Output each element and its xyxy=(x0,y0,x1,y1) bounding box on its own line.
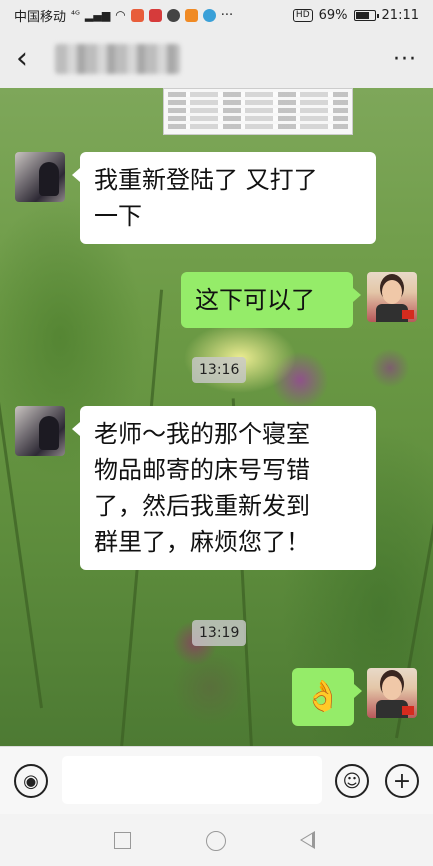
status-left: 中国移动 ⁴ᴳ ▂▄▆ ◠ ··· xyxy=(14,6,233,25)
signal-icon: ▂▄▆ xyxy=(84,8,111,22)
status-right: HD 69% 21:11 xyxy=(292,7,419,23)
background-grass xyxy=(0,212,43,709)
chat-area[interactable]: 我重新登陆了 又打了 一下 这下可以了 13:16 老师～我的那个寝室 物品邮寄… xyxy=(0,88,433,746)
wifi-icon: ◠ xyxy=(115,8,126,22)
timestamp: 13:19 xyxy=(192,620,247,646)
browser-icon xyxy=(202,8,216,22)
ok-hand-emoji-icon: 👌 xyxy=(304,679,342,714)
contact-avatar[interactable] xyxy=(15,152,65,202)
message-input[interactable] xyxy=(62,756,322,804)
app-notification-icon xyxy=(130,8,144,22)
signal-label: ⁴ᴳ xyxy=(71,9,80,21)
recent-apps-icon[interactable] xyxy=(114,832,131,849)
back-chevron-icon[interactable]: ‹ xyxy=(16,44,28,74)
hd-badge: HD xyxy=(292,8,313,22)
message-line: 这下可以了 xyxy=(195,286,315,314)
received-message[interactable]: 老师～我的那个寝室 物品邮寄的床号写错 了，然后我重新发到 群里了，麻烦您了！ xyxy=(72,406,376,570)
timestamp: 13:16 xyxy=(192,357,247,383)
qq-icon xyxy=(166,8,180,22)
sent-emoji-message[interactable]: 👌 xyxy=(292,668,362,726)
input-bar: ◉ ☺ + xyxy=(0,746,433,814)
chat-title-blurred xyxy=(55,44,180,74)
message-line: 群里了，麻烦您了！ xyxy=(94,528,310,556)
emoji-icon[interactable]: ☺ xyxy=(335,764,369,798)
plus-icon[interactable]: + xyxy=(385,764,419,798)
flag-icon xyxy=(402,310,414,319)
title-bar: ‹ ··· xyxy=(0,30,433,88)
carrier-label: 中国移动 xyxy=(14,9,67,25)
clock-time: 21:11 xyxy=(381,7,419,23)
contact-avatar[interactable] xyxy=(15,406,65,456)
home-icon[interactable] xyxy=(206,831,226,851)
app-notification-icon xyxy=(148,8,162,22)
sent-message[interactable]: 这下可以了 xyxy=(181,272,361,328)
received-message[interactable]: 我重新登陆了 又打了 一下 xyxy=(72,152,376,244)
more-notifications-icon: ··· xyxy=(220,7,234,23)
message-line: 一下 xyxy=(94,202,142,230)
battery-percent: 69% xyxy=(318,7,348,23)
message-line: 老师～我的那个寝室 xyxy=(94,420,310,448)
image-message-thumbnail[interactable] xyxy=(163,88,353,135)
system-nav-bar xyxy=(0,814,433,866)
flag-icon xyxy=(402,706,414,715)
battery-icon xyxy=(353,9,379,21)
message-line: 物品邮寄的床号写错 xyxy=(94,456,310,484)
video-app-icon xyxy=(184,8,198,22)
my-avatar[interactable] xyxy=(367,668,417,718)
status-bar: 中国移动 ⁴ᴳ ▂▄▆ ◠ ··· HD 69% 21:11 xyxy=(0,0,433,30)
message-line: 了，然后我重新发到 xyxy=(94,492,310,520)
message-line: 我重新登陆了 又打了 xyxy=(94,166,318,194)
more-options-button[interactable]: ··· xyxy=(393,47,417,72)
back-triangle-icon[interactable] xyxy=(300,831,315,849)
my-avatar[interactable] xyxy=(367,272,417,322)
voice-icon[interactable]: ◉ xyxy=(14,764,48,798)
